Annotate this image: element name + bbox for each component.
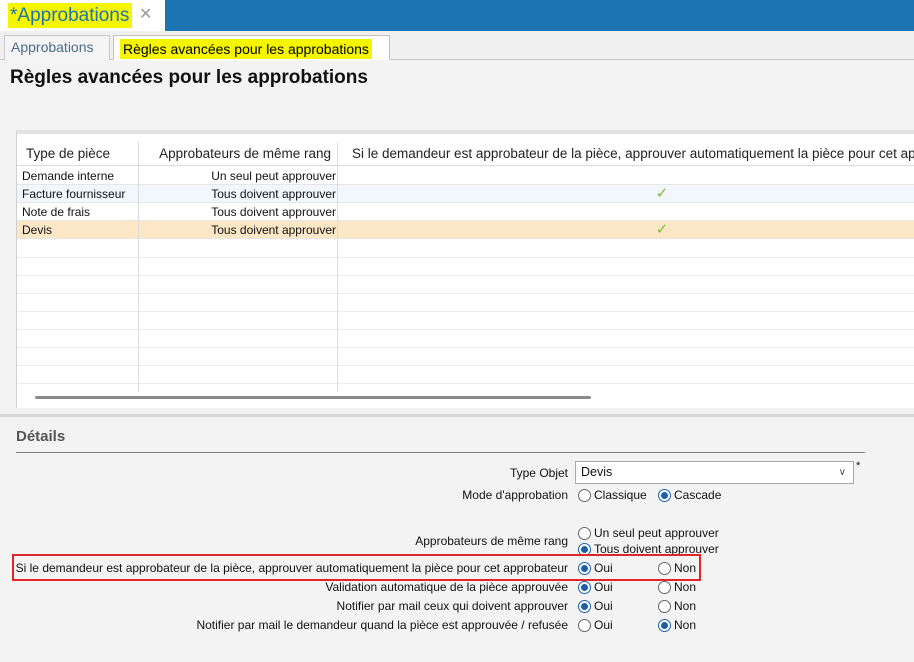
table-row-selected[interactable]: Devis Tous doivent approuver ✓ — [17, 221, 914, 239]
radio-label: Un seul peut approuver — [594, 526, 719, 540]
rank-label: Approbateurs de même rang — [415, 534, 568, 548]
mode-cascade-radio[interactable]: Cascade — [658, 487, 721, 503]
column-header-type[interactable]: Type de pièce — [26, 142, 110, 166]
type-objet-select[interactable]: Devis ∨ — [575, 461, 854, 484]
cell-type: Note de frais — [22, 205, 91, 219]
type-objet-label: Type Objet — [509, 466, 568, 480]
chevron-down-icon[interactable]: ∨ — [839, 462, 846, 483]
close-icon[interactable]: ✕ — [139, 5, 152, 25]
empty-row-line — [17, 275, 914, 276]
radio-label: Non — [674, 580, 697, 594]
column-divider — [337, 142, 338, 392]
radio-selected-icon — [658, 618, 671, 632]
empty-row-line — [17, 365, 914, 366]
radio-label: Non — [674, 599, 697, 613]
tab-regles-avancees-label: Règles avancées pour les approbations — [120, 39, 372, 59]
mode-label: Mode d'approbation — [462, 488, 568, 502]
radio-selected-icon — [578, 580, 591, 594]
empty-row-line — [17, 293, 914, 294]
radio-icon — [578, 618, 591, 632]
empty-row-line — [17, 311, 914, 312]
tab-regles-avancees[interactable]: Règles avancées pour les approbations — [113, 35, 390, 60]
annotation-highlight-box — [12, 554, 701, 581]
grid-header: Type de pièce Approbateurs de même rang … — [17, 142, 914, 166]
radio-icon — [578, 526, 591, 540]
notify-requester-non-radio[interactable]: Non — [658, 617, 696, 633]
cell-rank: Tous doivent approuver — [211, 223, 336, 237]
required-marker: * — [856, 460, 861, 472]
document-tab-bar: *Approbations ✕ — [0, 0, 914, 31]
notify-requester-label: Notifier par mail le demandeur quand la … — [196, 618, 568, 632]
radio-label: Cascade — [674, 488, 722, 502]
rules-grid: Type de pièce Approbateurs de même rang … — [16, 130, 914, 408]
horizontal-scrollbar[interactable] — [35, 396, 591, 399]
cell-rank: Tous doivent approuver — [211, 187, 336, 201]
table-row[interactable]: Facture fournisseur Tous doivent approuv… — [17, 185, 914, 203]
notify-requester-oui-radio[interactable]: Oui — [578, 617, 613, 633]
column-divider — [138, 142, 139, 392]
radio-label: Oui — [594, 580, 613, 594]
sub-tab-bar: Approbations Règles avancées pour les ap… — [0, 31, 914, 60]
auto-validation-label: Validation automatique de la pièce appro… — [325, 580, 568, 594]
splitter[interactable] — [0, 414, 914, 417]
empty-row-line — [17, 257, 914, 258]
check-icon — [652, 167, 672, 185]
radio-selected-icon — [658, 488, 671, 502]
empty-row-line — [17, 383, 914, 384]
radio-icon — [578, 488, 591, 502]
notify-approvers-label: Notifier par mail ceux qui doivent appro… — [336, 599, 568, 613]
page-title: Règles avancées pour les approbations — [10, 67, 368, 88]
check-icon: ✓ — [655, 185, 669, 202]
cell-type: Demande interne — [22, 169, 115, 183]
cell-type: Facture fournisseur — [22, 187, 126, 201]
notify-approvers-oui-radio[interactable]: Oui — [578, 598, 613, 614]
radio-label: Classique — [594, 488, 647, 502]
type-objet-value: Devis — [581, 465, 613, 479]
document-tab-title[interactable]: *Approbations — [8, 3, 133, 28]
radio-label: Non — [674, 618, 697, 632]
check-icon: ✓ — [655, 221, 669, 238]
empty-row-line — [17, 347, 914, 348]
check-icon — [652, 203, 672, 221]
radio-icon — [658, 580, 671, 594]
tab-approbations[interactable]: Approbations — [4, 35, 110, 60]
radio-label: Oui — [594, 599, 613, 613]
rank-un-seul-radio[interactable]: Un seul peut approuver — [578, 525, 719, 541]
document-tab[interactable]: *Approbations ✕ — [0, 0, 165, 31]
radio-selected-icon — [578, 599, 591, 613]
table-row[interactable]: Demande interne Un seul peut approuver — [17, 167, 914, 185]
radio-label: Oui — [594, 618, 613, 632]
cell-type: Devis — [22, 223, 53, 237]
column-header-rank[interactable]: Approbateurs de même rang — [138, 142, 337, 166]
column-header-auto-approve[interactable]: Si le demandeur est approbateur de la pi… — [352, 142, 914, 166]
auto-validation-non-radio[interactable]: Non — [658, 579, 696, 595]
mode-classique-radio[interactable]: Classique — [578, 487, 647, 503]
empty-row-line — [17, 329, 914, 330]
cell-rank: Tous doivent approuver — [211, 205, 336, 219]
details-separator — [16, 452, 865, 453]
notify-approvers-non-radio[interactable]: Non — [658, 598, 696, 614]
auto-validation-oui-radio[interactable]: Oui — [578, 579, 613, 595]
radio-icon — [658, 599, 671, 613]
table-row[interactable]: Note de frais Tous doivent approuver — [17, 203, 914, 221]
cell-rank: Un seul peut approuver — [211, 169, 336, 183]
details-title: Détails — [16, 428, 66, 445]
